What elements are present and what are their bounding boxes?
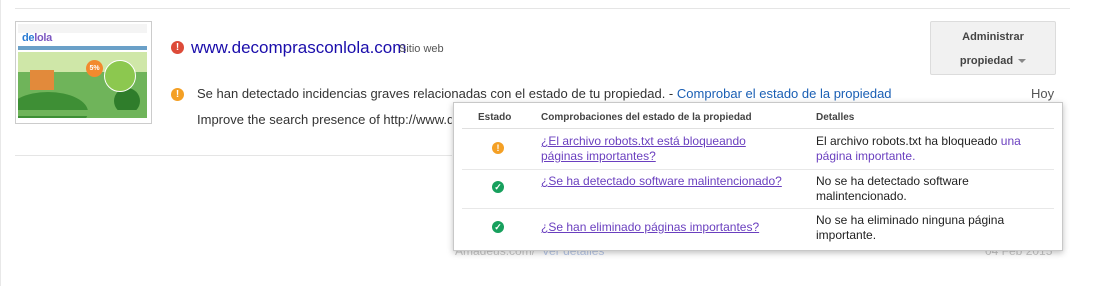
header-divider — [462, 128, 1054, 129]
col-header-check: Comprobaciones del estado de la propieda… — [541, 112, 752, 123]
site-url-link[interactable]: www.decomprasconlola.com — [191, 38, 406, 58]
thumbnail-promo-badge: 5% — [86, 60, 103, 77]
site-thumbnail[interactable]: delola 5% — [15, 21, 152, 124]
check-robots-link[interactable]: ¿El archivo robots.txt está bloqueando p… — [541, 134, 791, 164]
chevron-down-icon — [1018, 59, 1027, 64]
thumbnail-hero: 5% — [18, 52, 147, 118]
top-divider — [15, 8, 1070, 9]
row-divider — [462, 208, 1054, 209]
message-search-presence[interactable]: Improve the search presence of http://ww… — [197, 112, 452, 127]
message-health-issues: Se han detectado incidencias graves rela… — [197, 86, 892, 101]
site-type-label: Sitio web — [399, 43, 444, 55]
check-malware-link[interactable]: ¿Se ha detectado software malintencionad… — [541, 174, 791, 189]
manage-property-label-1: Administrar — [962, 31, 1024, 43]
detail-malware: No se ha detectado software malintencion… — [816, 174, 969, 203]
message-date: Hoy — [1031, 86, 1055, 101]
row-divider — [462, 169, 1054, 170]
detail-removed-pages: No se ha eliminado ninguna página import… — [816, 213, 1005, 242]
detail-robots: El archivo robots.txt ha bloqueado una p… — [816, 134, 1021, 163]
col-header-status: Estado — [478, 112, 512, 123]
manage-property-label-2: propiedad — [931, 55, 1055, 67]
thumbnail-logo: delola — [22, 32, 52, 44]
check-removed-pages-link[interactable]: ¿Se han eliminado páginas importantes? — [541, 220, 791, 235]
manage-property-button[interactable]: Administrar propiedad — [930, 21, 1056, 75]
check-icon: ✓ — [492, 221, 504, 233]
thumbnail-footer — [18, 110, 147, 116]
check-property-health-link[interactable]: Comprobar el estado de la propiedad — [677, 86, 892, 101]
warning-icon: ! — [171, 88, 184, 101]
error-icon: ! — [171, 41, 184, 54]
warning-icon: ! — [492, 142, 504, 154]
property-health-popup: Estado Comprobaciones del estado de la p… — [453, 102, 1063, 251]
row-divider — [15, 155, 452, 156]
check-icon: ✓ — [492, 181, 504, 193]
thumbnail-nav — [18, 46, 147, 50]
col-header-details: Detalles — [816, 112, 855, 123]
left-border — [0, 0, 1, 286]
